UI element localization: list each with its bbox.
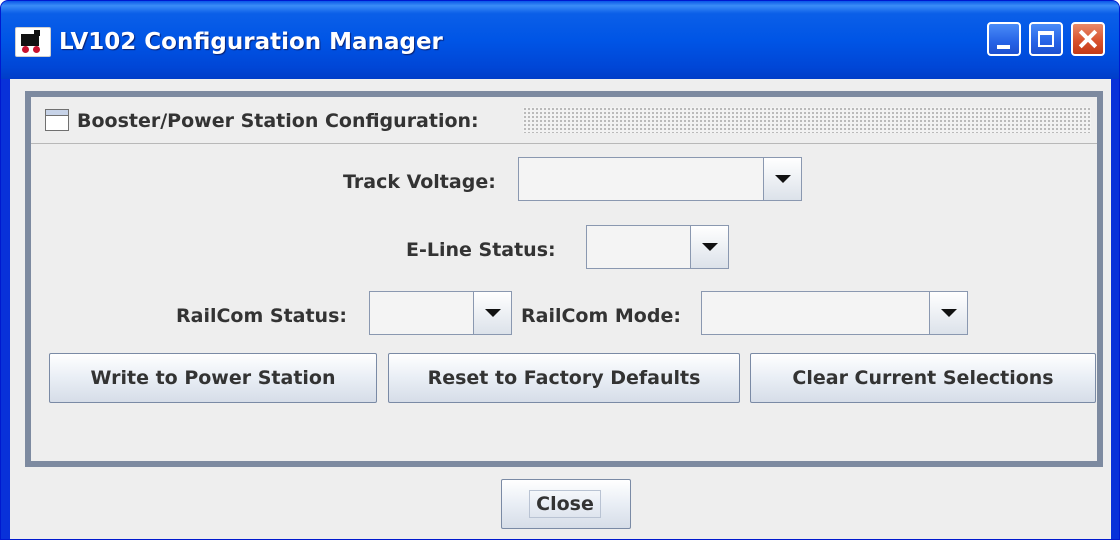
window-client-area: Booster/Power Station Configuration: Tra… <box>10 79 1111 539</box>
railcom-mode-label: RailCom Mode: <box>521 305 681 327</box>
panel-header-texture <box>523 107 1091 133</box>
railcom-status-dropdown-button[interactable] <box>473 292 511 334</box>
maximize-button[interactable] <box>1029 22 1063 56</box>
close-button-label: Close <box>529 490 601 518</box>
railcom-status-label: RailCom Status: <box>176 305 347 327</box>
minimize-button[interactable] <box>987 22 1021 56</box>
eline-status-label: E-Line Status: <box>406 239 556 261</box>
configuration-manager-window: LV102 Configuration Manager Booster/Powe… <box>0 0 1120 540</box>
title-bar[interactable]: LV102 Configuration Manager <box>1 1 1119 79</box>
panel-title: Booster/Power Station Configuration: <box>77 110 479 132</box>
write-to-power-station-button[interactable]: Write to Power Station <box>49 353 377 403</box>
railcom-status-select[interactable] <box>369 291 512 335</box>
panel-header: Booster/Power Station Configuration: <box>31 97 1097 144</box>
clear-current-selections-button[interactable]: Clear Current Selections <box>750 353 1096 403</box>
railcom-mode-select[interactable] <box>701 291 968 335</box>
window-icon <box>45 109 69 131</box>
chevron-down-icon <box>485 309 501 317</box>
reset-factory-defaults-button[interactable]: Reset to Factory Defaults <box>388 353 740 403</box>
eline-status-select[interactable] <box>586 225 729 269</box>
maximize-icon <box>1038 31 1054 47</box>
chevron-down-icon <box>702 243 718 251</box>
track-voltage-dropdown-button[interactable] <box>763 158 801 200</box>
minimize-icon <box>997 45 1010 49</box>
booster-config-panel: Booster/Power Station Configuration: Tra… <box>25 91 1103 467</box>
window-title: LV102 Configuration Manager <box>59 29 443 55</box>
track-voltage-label: Track Voltage: <box>343 171 496 193</box>
track-voltage-select[interactable] <box>518 157 802 201</box>
close-window-button[interactable] <box>1071 22 1105 56</box>
close-button[interactable]: Close <box>501 479 631 529</box>
chevron-down-icon <box>941 309 957 317</box>
railcom-mode-dropdown-button[interactable] <box>929 292 967 334</box>
chevron-down-icon <box>775 175 791 183</box>
train-icon <box>15 27 51 57</box>
eline-status-dropdown-button[interactable] <box>690 226 728 268</box>
